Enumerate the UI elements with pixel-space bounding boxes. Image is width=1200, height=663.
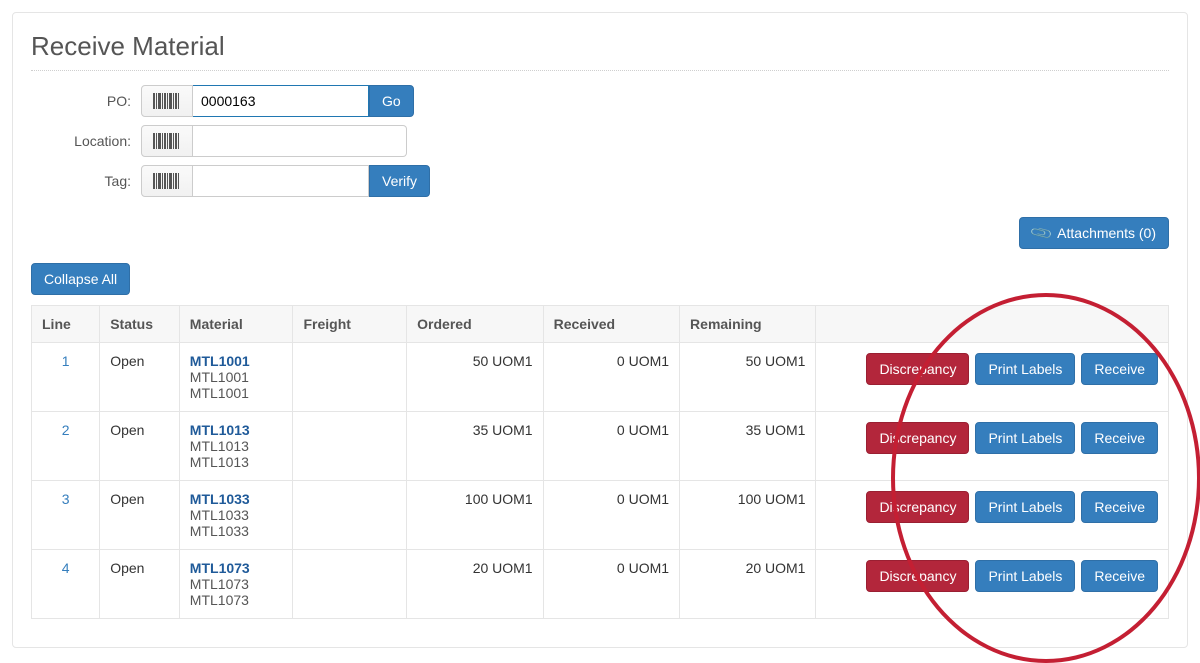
discrepancy-button[interactable]: Discrepancy xyxy=(866,560,969,592)
discrepancy-button[interactable]: Discrepancy xyxy=(866,491,969,523)
actions-cell: Discrepancy Print Labels Receive xyxy=(816,343,1169,412)
location-input[interactable] xyxy=(193,125,407,157)
ordered-cell: 20 UOM1 xyxy=(407,550,543,619)
collapse-all-button[interactable]: Collapse All xyxy=(31,263,130,295)
divider xyxy=(31,70,1169,71)
ordered-cell: 50 UOM1 xyxy=(407,343,543,412)
receive-button[interactable]: Receive xyxy=(1081,422,1158,454)
collapse-row: Collapse All xyxy=(31,263,1169,295)
material-sub2: MTL1013 xyxy=(190,454,249,470)
remaining-cell: 20 UOM1 xyxy=(680,550,816,619)
actions-cell: Discrepancy Print Labels Receive xyxy=(816,412,1169,481)
col-remaining: Remaining xyxy=(680,306,816,343)
material-sub1: MTL1001 xyxy=(190,369,249,385)
po-label: PO: xyxy=(71,93,141,109)
location-row: Location: xyxy=(71,125,1169,157)
freight-cell xyxy=(293,550,407,619)
col-actions xyxy=(816,306,1169,343)
material-sub2: MTL1073 xyxy=(190,592,249,608)
location-barcode-button[interactable] xyxy=(141,125,193,157)
freight-cell xyxy=(293,343,407,412)
table-row: 2 Open MTL1013 MTL1013 MTL1013 35 UOM1 0… xyxy=(32,412,1169,481)
barcode-icon xyxy=(153,133,181,149)
material-sub1: MTL1033 xyxy=(190,507,249,523)
material-link[interactable]: MTL1073 xyxy=(190,560,250,576)
paperclip-icon: 📎 xyxy=(1029,220,1055,245)
main-panel: Receive Material PO: Go Location: T xyxy=(12,12,1188,648)
material-sub2: MTL1033 xyxy=(190,523,249,539)
print-labels-button[interactable]: Print Labels xyxy=(975,422,1075,454)
material-cell: MTL1033 MTL1033 MTL1033 xyxy=(179,481,293,550)
col-line: Line xyxy=(32,306,100,343)
lines-table: Line Status Material Freight Ordered Rec… xyxy=(31,305,1169,619)
table-row: 4 Open MTL1073 MTL1073 MTL1073 20 UOM1 0… xyxy=(32,550,1169,619)
line-link[interactable]: 4 xyxy=(62,560,70,576)
actions-cell: Discrepancy Print Labels Receive xyxy=(816,481,1169,550)
received-cell: 0 UOM1 xyxy=(543,412,679,481)
tag-barcode-button[interactable] xyxy=(141,165,193,197)
material-sub2: MTL1001 xyxy=(190,385,249,401)
material-cell: MTL1001 MTL1001 MTL1001 xyxy=(179,343,293,412)
col-received: Received xyxy=(543,306,679,343)
discrepancy-button[interactable]: Discrepancy xyxy=(866,422,969,454)
received-cell: 0 UOM1 xyxy=(543,343,679,412)
barcode-icon xyxy=(153,93,181,109)
freight-cell xyxy=(293,481,407,550)
receive-button[interactable]: Receive xyxy=(1081,491,1158,523)
location-label: Location: xyxy=(71,133,141,149)
status-cell: Open xyxy=(100,412,180,481)
status-cell: Open xyxy=(100,481,180,550)
status-cell: Open xyxy=(100,343,180,412)
table-header-row: Line Status Material Freight Ordered Rec… xyxy=(32,306,1169,343)
table-row: 1 Open MTL1001 MTL1001 MTL1001 50 UOM1 0… xyxy=(32,343,1169,412)
line-link[interactable]: 3 xyxy=(62,491,70,507)
po-input[interactable] xyxy=(193,85,369,117)
received-cell: 0 UOM1 xyxy=(543,481,679,550)
barcode-icon xyxy=(153,173,181,189)
actions-cell: Discrepancy Print Labels Receive xyxy=(816,550,1169,619)
actions-bar: 📎 Attachments (0) xyxy=(31,217,1169,249)
received-cell: 0 UOM1 xyxy=(543,550,679,619)
material-cell: MTL1073 MTL1073 MTL1073 xyxy=(179,550,293,619)
page-title: Receive Material xyxy=(31,31,1169,62)
po-barcode-button[interactable] xyxy=(141,85,193,117)
col-ordered: Ordered xyxy=(407,306,543,343)
attachments-button[interactable]: 📎 Attachments (0) xyxy=(1019,217,1169,249)
line-link[interactable]: 2 xyxy=(62,422,70,438)
col-material: Material xyxy=(179,306,293,343)
search-form: PO: Go Location: Tag: xyxy=(71,85,1169,197)
go-button[interactable]: Go xyxy=(369,85,414,117)
print-labels-button[interactable]: Print Labels xyxy=(975,560,1075,592)
material-link[interactable]: MTL1013 xyxy=(190,422,250,438)
material-link[interactable]: MTL1001 xyxy=(190,353,250,369)
material-link[interactable]: MTL1033 xyxy=(190,491,250,507)
ordered-cell: 100 UOM1 xyxy=(407,481,543,550)
col-freight: Freight xyxy=(293,306,407,343)
table-row: 3 Open MTL1033 MTL1033 MTL1033 100 UOM1 … xyxy=(32,481,1169,550)
remaining-cell: 100 UOM1 xyxy=(680,481,816,550)
attachments-label: Attachments (0) xyxy=(1057,225,1156,241)
tag-row: Tag: Verify xyxy=(71,165,1169,197)
receive-button[interactable]: Receive xyxy=(1081,353,1158,385)
line-link[interactable]: 1 xyxy=(62,353,70,369)
material-sub1: MTL1013 xyxy=(190,438,249,454)
po-row: PO: Go xyxy=(71,85,1169,117)
receive-button[interactable]: Receive xyxy=(1081,560,1158,592)
verify-button[interactable]: Verify xyxy=(369,165,430,197)
status-cell: Open xyxy=(100,550,180,619)
remaining-cell: 50 UOM1 xyxy=(680,343,816,412)
tag-input[interactable] xyxy=(193,165,369,197)
tag-label: Tag: xyxy=(71,173,141,189)
material-cell: MTL1013 MTL1013 MTL1013 xyxy=(179,412,293,481)
discrepancy-button[interactable]: Discrepancy xyxy=(866,353,969,385)
material-sub1: MTL1073 xyxy=(190,576,249,592)
freight-cell xyxy=(293,412,407,481)
remaining-cell: 35 UOM1 xyxy=(680,412,816,481)
ordered-cell: 35 UOM1 xyxy=(407,412,543,481)
col-status: Status xyxy=(100,306,180,343)
print-labels-button[interactable]: Print Labels xyxy=(975,353,1075,385)
print-labels-button[interactable]: Print Labels xyxy=(975,491,1075,523)
